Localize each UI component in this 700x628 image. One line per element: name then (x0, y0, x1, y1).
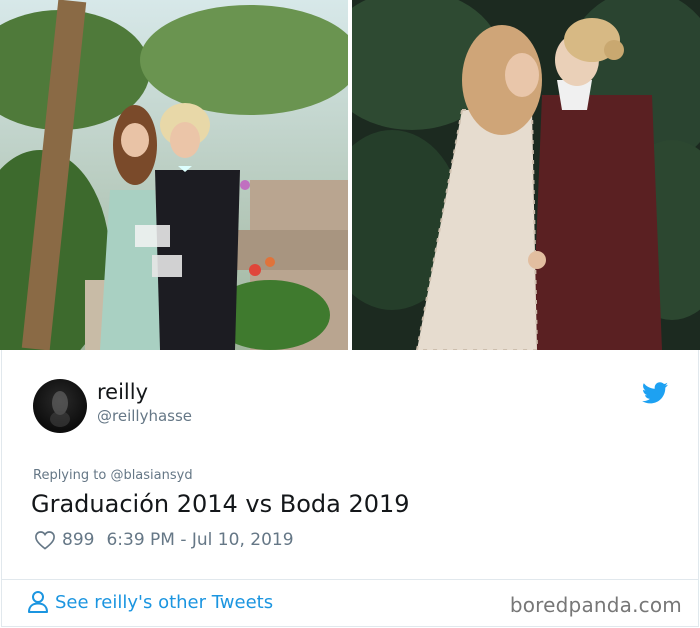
reply-prefix: Replying to (33, 468, 107, 483)
see-other-tweets-link[interactable]: See reilly's other Tweets (27, 590, 273, 614)
divider (2, 579, 698, 580)
like-count[interactable]: 899 (62, 530, 94, 550)
wedding-photo[interactable] (352, 0, 700, 350)
person-icon (28, 591, 48, 613)
display-name[interactable]: reilly (97, 380, 148, 404)
photo-strip (0, 0, 700, 350)
user-handle[interactable]: @reillyhasse (97, 407, 192, 425)
heart-icon[interactable] (34, 530, 56, 550)
reply-to-link[interactable]: @blasiansyd (110, 468, 192, 483)
tweet-card: reilly @reillyhasse Replying to @blasian… (1, 350, 699, 627)
avatar[interactable] (33, 379, 87, 433)
tweet-meta: 899 6:39 PM - Jul 10, 2019 (34, 528, 294, 552)
tweet-text: Graduación 2014 vs Boda 2019 (31, 490, 410, 518)
watermark: boredpanda.com (509, 593, 682, 617)
prom-photo[interactable] (0, 0, 348, 350)
reply-context: Replying to @blasiansyd (33, 468, 193, 483)
timestamp[interactable]: 6:39 PM - Jul 10, 2019 (106, 530, 293, 550)
see-other-tweets-label[interactable]: See reilly's other Tweets (55, 592, 273, 613)
twitter-bird-icon[interactable] (642, 382, 668, 404)
